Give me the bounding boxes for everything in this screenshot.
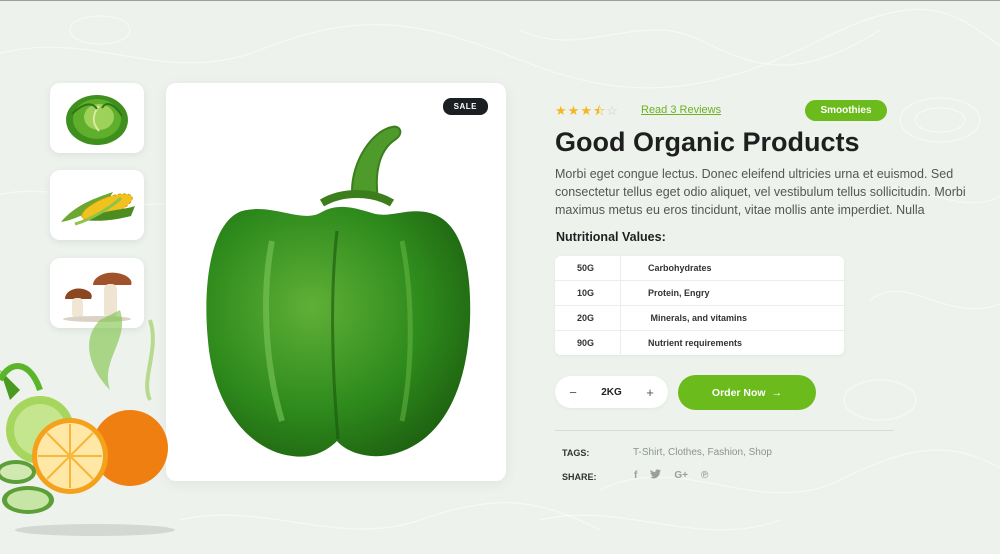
nutrition-name: Nutrient requirements bbox=[648, 338, 743, 348]
green-pepper-image bbox=[206, 125, 471, 457]
rating-stars: ★★★⯪☆ bbox=[555, 102, 619, 124]
google-plus-icon[interactable]: G+ bbox=[674, 470, 688, 481]
star-icon: ★ bbox=[580, 103, 593, 118]
nutrition-row: 10G Protein, Engry bbox=[555, 281, 844, 306]
quantity-value[interactable]: 2KG bbox=[591, 387, 632, 398]
nutrition-name: Carbohydrates bbox=[648, 263, 712, 273]
tags-list: T-Shirt, Clothes, Fashion, Shop bbox=[633, 447, 772, 458]
tags-label: TAGS: bbox=[562, 448, 590, 458]
star-icon: ★ bbox=[567, 103, 581, 118]
nutrition-name: Protein, Engry bbox=[648, 288, 710, 298]
sale-badge: SALE bbox=[442, 98, 488, 115]
share-icons: f G+ ℗ bbox=[634, 469, 708, 482]
nutrition-table: 50G Carbohydrates 10G Protein, Engry 20G… bbox=[555, 256, 844, 355]
increase-quantity-button[interactable]: + bbox=[632, 385, 668, 400]
product-description: Morbi eget congue lectus. Donec eleifend… bbox=[555, 167, 966, 217]
read-reviews-link[interactable]: Read 3 Reviews bbox=[641, 104, 721, 116]
star-half-icon: ⯪ bbox=[592, 103, 607, 118]
cabbage-icon bbox=[66, 95, 128, 145]
twitter-icon[interactable] bbox=[650, 469, 662, 482]
nutrition-name: Minerals, and vitamins bbox=[648, 313, 748, 323]
share-label: SHARE: bbox=[562, 472, 597, 482]
order-now-button[interactable]: Order Now → bbox=[678, 375, 816, 410]
star-empty-icon: ☆ bbox=[606, 103, 619, 118]
facebook-icon[interactable]: f bbox=[634, 470, 637, 481]
nutrition-amount: 50G bbox=[577, 263, 595, 273]
product-image-card: SALE bbox=[166, 83, 506, 481]
nutrition-heading: Nutritional Values: bbox=[556, 230, 666, 244]
order-now-label: Order Now bbox=[711, 386, 766, 399]
divider bbox=[555, 430, 894, 431]
arrow-right-icon: → bbox=[771, 386, 783, 399]
thumbnail-cabbage[interactable] bbox=[50, 83, 144, 153]
star-icon: ★ bbox=[555, 103, 568, 118]
pinterest-icon[interactable]: ℗ bbox=[701, 470, 708, 481]
product-title: Good Organic Products bbox=[555, 127, 860, 157]
tag-links[interactable]: T-Shirt, Clothes, Fashion, Shop bbox=[633, 447, 772, 458]
thumbnail-corn[interactable] bbox=[50, 170, 144, 240]
nutrition-row: 90G Nutrient requirements bbox=[555, 331, 844, 355]
fruit-splash-image bbox=[0, 310, 175, 536]
quantity-stepper: − 2KG + bbox=[555, 376, 668, 408]
nutrition-row: 50G Carbohydrates bbox=[555, 256, 844, 281]
nutrition-amount: 20G bbox=[577, 313, 595, 323]
corn-icon bbox=[61, 192, 135, 226]
nutrition-amount: 90G bbox=[577, 338, 595, 348]
product-info-panel: ★★★⯪☆ Read 3 Reviews Smoothies Good Orga… bbox=[555, 0, 1000, 554]
decrease-quantity-button[interactable]: − bbox=[555, 385, 591, 400]
nutrition-amount: 10G bbox=[577, 288, 595, 298]
nutrition-row: 20G Minerals, and vitamins bbox=[555, 306, 844, 331]
category-badge[interactable]: Smoothies bbox=[805, 100, 887, 121]
